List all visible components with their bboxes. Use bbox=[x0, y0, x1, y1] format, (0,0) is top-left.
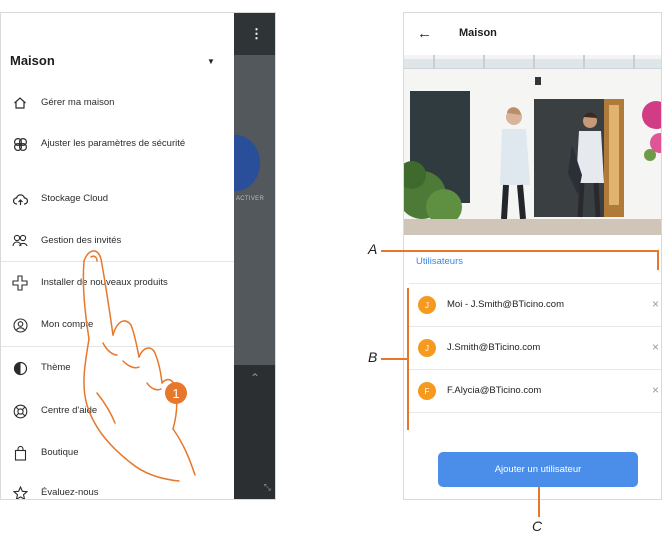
activer-text: ACTIVER bbox=[236, 196, 265, 202]
page-title: Maison bbox=[459, 27, 497, 39]
callout-b-bracket bbox=[407, 288, 409, 430]
user-email: F.Alycia@BTicino.com bbox=[447, 385, 542, 396]
user-email: Moi - J.Smith@BTicino.com bbox=[447, 299, 564, 310]
drawer-header[interactable]: Maison ▼ bbox=[1, 13, 234, 83]
remove-user-icon[interactable]: × bbox=[652, 383, 659, 397]
avatar: J bbox=[418, 296, 436, 314]
star-icon bbox=[12, 485, 28, 499]
menu-item-label: Ajuster les paramètres de sécurité bbox=[41, 138, 186, 149]
shop-bag-icon bbox=[12, 445, 28, 461]
add-user-button[interactable]: Ajouter un utilisateur bbox=[438, 452, 638, 487]
caret-down-icon[interactable]: ▼ bbox=[207, 57, 215, 66]
background-app-view: ⋮ ACTIVER ⌃ ⤡ bbox=[212, 13, 275, 499]
callout-a-line bbox=[381, 250, 659, 252]
avatar: F bbox=[418, 382, 436, 400]
avatar: J bbox=[418, 339, 436, 357]
menu-item-securite[interactable]: Ajuster les paramètres de sécurité bbox=[1, 121, 234, 167]
user-row[interactable]: J J.Smith@BTicino.com × bbox=[409, 327, 661, 370]
menu-item-stockage-cloud[interactable]: Stockage Cloud bbox=[1, 181, 234, 217]
user-row[interactable]: F F.Alycia@BTicino.com × bbox=[409, 370, 661, 413]
users-section-label: Utilisateurs bbox=[416, 256, 463, 267]
cloud-upload-icon bbox=[12, 191, 28, 207]
callout-c-line bbox=[538, 487, 540, 517]
menu-item-label: Stockage Cloud bbox=[41, 193, 109, 204]
right-phone-screen: ← Maison Utilisateurs J Moi - J.Smith@BT… bbox=[403, 12, 662, 500]
security-settings-icon bbox=[12, 136, 28, 152]
remove-user-icon[interactable]: × bbox=[652, 340, 659, 354]
theme-icon bbox=[12, 360, 28, 376]
back-arrow-icon[interactable]: ← bbox=[417, 25, 432, 42]
house-photo bbox=[404, 55, 661, 235]
kebab-menu-icon[interactable]: ⋮ bbox=[250, 26, 263, 42]
pointing-hand-illustration bbox=[82, 250, 196, 482]
callout-a-label: A bbox=[368, 241, 378, 257]
chevron-up-icon[interactable]: ⌃ bbox=[250, 371, 260, 385]
menu-item-label: Gérer ma maison bbox=[41, 97, 115, 108]
add-product-icon bbox=[12, 275, 28, 291]
app-header: ← Maison bbox=[404, 13, 661, 55]
expand-icon[interactable]: ⤡ bbox=[264, 482, 271, 493]
left-phone-screen: ⋮ ACTIVER ⌃ ⤡ Maison ▼ Gérer ma maison A… bbox=[0, 12, 276, 500]
menu-item-label: Évaluez-nous bbox=[41, 487, 99, 498]
remove-user-icon[interactable]: × bbox=[652, 297, 659, 311]
callout-c-label: C bbox=[532, 518, 543, 534]
home-icon bbox=[12, 95, 28, 111]
callout-b-label: B bbox=[368, 349, 378, 365]
drawer-title: Maison bbox=[10, 53, 55, 68]
menu-item-gerer-maison[interactable]: Gérer ma maison bbox=[1, 85, 234, 121]
callout-b-line bbox=[381, 358, 407, 360]
step-number-badge: 1 bbox=[165, 382, 187, 404]
user-email: J.Smith@BTicino.com bbox=[447, 342, 541, 353]
guests-icon bbox=[12, 233, 28, 249]
account-icon bbox=[12, 317, 28, 333]
callout-a-tick bbox=[657, 250, 659, 270]
user-row[interactable]: J Moi - J.Smith@BTicino.com × bbox=[409, 284, 661, 327]
help-center-icon bbox=[12, 403, 28, 419]
